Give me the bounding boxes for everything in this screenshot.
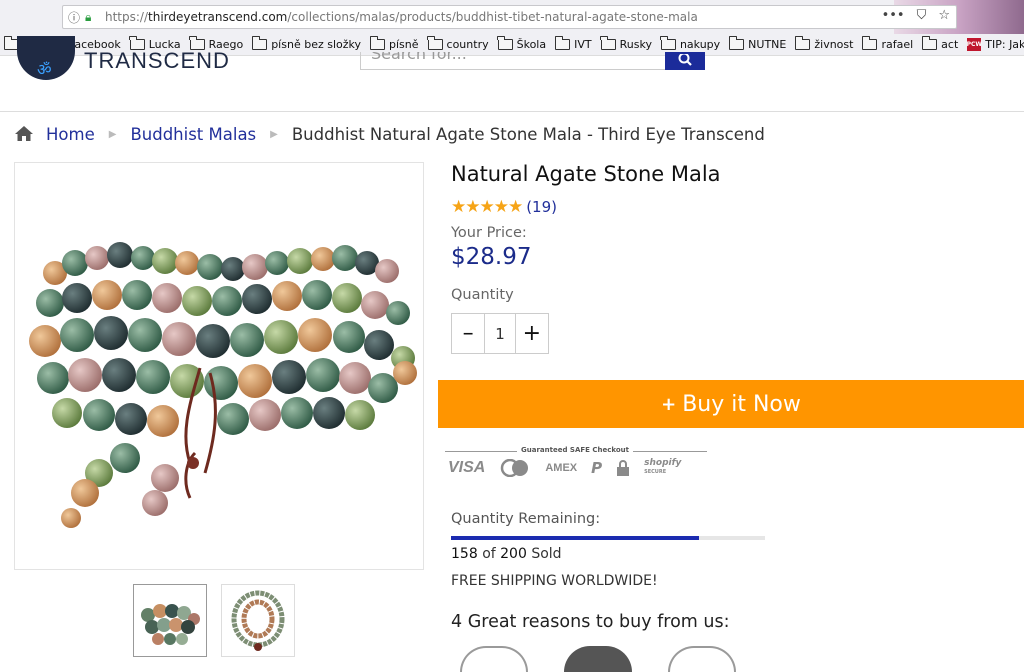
trust-badge-icon xyxy=(668,646,736,672)
quantity-stepper: – 1 + xyxy=(451,313,549,354)
mastercard-icon xyxy=(501,459,529,477)
quantity-increase-button[interactable]: + xyxy=(516,314,548,353)
home-icon[interactable] xyxy=(14,124,34,144)
quantity-input[interactable]: 1 xyxy=(484,314,516,353)
folder-icon xyxy=(251,36,268,50)
search-icon xyxy=(678,54,692,66)
folder-icon xyxy=(189,36,205,50)
quantity-remaining-label: Quantity Remaining: xyxy=(451,511,601,527)
folder-icon xyxy=(921,36,938,50)
bookmark-folder[interactable]: živnost xyxy=(794,36,853,51)
search-input[interactable]: Search for... xyxy=(360,52,666,70)
info-icon[interactable]: ⓘ xyxy=(63,9,85,26)
folder-icon xyxy=(728,36,745,50)
bookmark-link[interactable]: PCWTIP: Jak se ve W xyxy=(967,38,1024,51)
folder-icon xyxy=(129,36,145,50)
lock-icon xyxy=(617,460,630,476)
stock-progress-fill xyxy=(451,536,700,540)
plus-icon: + xyxy=(661,393,677,415)
lock-icon: 🔒︎ xyxy=(85,9,92,24)
site-header: ॐ TRANSCEND Search for... xyxy=(0,36,1024,112)
bookmark-folder[interactable]: Rusky xyxy=(600,36,652,51)
breadcrumb-home[interactable]: Home xyxy=(46,125,95,144)
thumbnail-2[interactable] xyxy=(221,584,295,657)
product-price: $28.97 xyxy=(451,244,532,270)
folder-icon xyxy=(861,36,878,50)
browser-toolbar: ⓘ 🔒︎ https://thirdeyetranscend.com/colle… xyxy=(0,0,1024,62)
page-actions-icon[interactable]: ••• xyxy=(882,8,905,23)
safe-checkout-badge: Guaranteed SAFE Checkout VISA AMEX P sho… xyxy=(445,446,707,482)
bookmark-folder[interactable]: Škola xyxy=(497,36,546,51)
folder-icon xyxy=(369,36,386,50)
folder-icon xyxy=(600,36,616,50)
pocket-icon[interactable]: ⛉ xyxy=(917,8,927,23)
folder-icon xyxy=(794,36,811,50)
chevron-right-icon: ▶ xyxy=(108,128,117,140)
address-bar[interactable]: ⓘ 🔒︎ https://thirdeyetranscend.com/colle… xyxy=(62,5,957,29)
bookmark-folder[interactable]: nakupy xyxy=(660,36,720,51)
sold-count: 158 of 200 Sold xyxy=(451,546,562,562)
url-text[interactable]: https://thirdeyetranscend.com/collection… xyxy=(105,10,698,24)
review-count-link[interactable]: (19) xyxy=(526,198,557,216)
folder-icon xyxy=(427,36,443,50)
quantity-label: Quantity xyxy=(451,287,514,303)
paypal-icon: P xyxy=(591,459,603,477)
star-rating-icon: ★★★★★ xyxy=(451,197,523,217)
trust-badge-icon xyxy=(460,646,528,672)
trust-badges xyxy=(460,646,736,672)
stock-progress-bar xyxy=(451,536,765,540)
product-title: Natural Agate Stone Mala xyxy=(451,162,721,186)
bookmark-folder[interactable]: IVT xyxy=(554,36,592,51)
bookmark-folder[interactable]: písně bez složky xyxy=(251,36,361,51)
bookmark-star-icon[interactable]: ☆ xyxy=(938,8,950,23)
breadcrumb-category[interactable]: Buddhist Malas xyxy=(130,125,256,144)
visa-icon: VISA xyxy=(448,459,486,476)
search-button[interactable] xyxy=(665,52,705,70)
buy-it-now-label: Buy it Now xyxy=(682,391,801,417)
product-main-image[interactable] xyxy=(14,162,424,570)
price-label: Your Price: xyxy=(451,225,527,241)
bookmark-folder[interactable]: rafael xyxy=(861,36,913,51)
reasons-heading: 4 Great reasons to buy from us: xyxy=(451,612,730,632)
quantity-decrease-button[interactable]: – xyxy=(452,314,484,353)
breadcrumb: Home ▶ Buddhist Malas ▶ Buddhist Natural… xyxy=(14,124,765,144)
bookmark-folder[interactable]: act xyxy=(921,36,958,51)
bookmark-folder[interactable]: písně xyxy=(369,36,419,51)
buy-it-now-button[interactable]: + Buy it Now xyxy=(438,380,1024,428)
trust-badge-icon xyxy=(564,646,632,672)
bookmark-folder[interactable]: country xyxy=(427,36,489,51)
folder-icon xyxy=(554,36,571,50)
folder-icon xyxy=(497,36,513,50)
pcw-favicon-icon: PCW xyxy=(967,38,982,51)
thumbnail-1[interactable] xyxy=(133,584,207,657)
free-shipping-text: FREE SHIPPING WORLDWIDE! xyxy=(451,573,658,589)
bookmark-folder[interactable]: NUTNE xyxy=(728,36,786,51)
breadcrumb-current: Buddhist Natural Agate Stone Mala - Thir… xyxy=(291,124,765,144)
amex-icon: AMEX xyxy=(545,462,578,474)
site-logo-icon[interactable]: ॐ xyxy=(17,36,75,80)
product-rating[interactable]: ★★★★★ (19) xyxy=(451,197,557,217)
site-logo-text[interactable]: TRANSCEND xyxy=(84,50,230,68)
safe-checkout-caption: Guaranteed SAFE Checkout xyxy=(521,446,629,454)
chevron-right-icon: ▶ xyxy=(270,128,278,140)
shopify-secure-icon: shopify SECURE xyxy=(644,458,682,476)
folder-icon xyxy=(660,36,676,50)
